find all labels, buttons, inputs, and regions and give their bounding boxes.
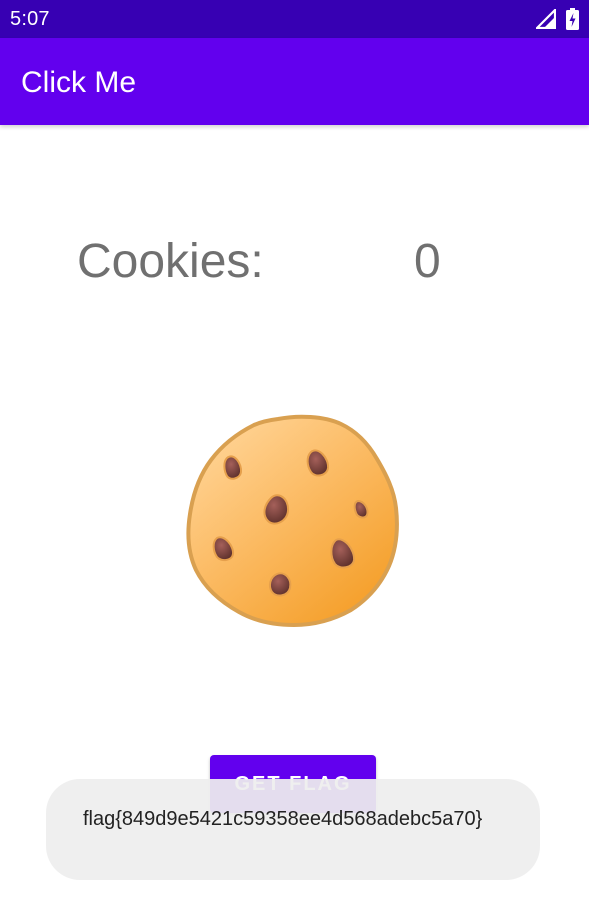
status-icons	[536, 8, 579, 30]
cookie-icon[interactable]	[186, 414, 400, 628]
battery-charging-icon	[566, 8, 579, 30]
toast-text: flag{849d9e5421c59358ee4d568adebc5a70}	[83, 808, 483, 830]
status-time: 5:07	[10, 8, 50, 30]
app-title: Click Me	[21, 66, 137, 99]
cookies-label: Cookies:	[77, 235, 264, 288]
screen: 5:07 Click Me Cookies: 0 flag{849d9e5421…	[0, 0, 589, 916]
toast-message: flag{849d9e5421c59358ee4d568adebc5a70}	[46, 779, 540, 880]
status-bar: 5:07	[0, 0, 589, 38]
app-bar: Click Me	[0, 38, 589, 125]
cookies-count: 0	[414, 235, 441, 288]
signal-icon	[536, 9, 556, 29]
